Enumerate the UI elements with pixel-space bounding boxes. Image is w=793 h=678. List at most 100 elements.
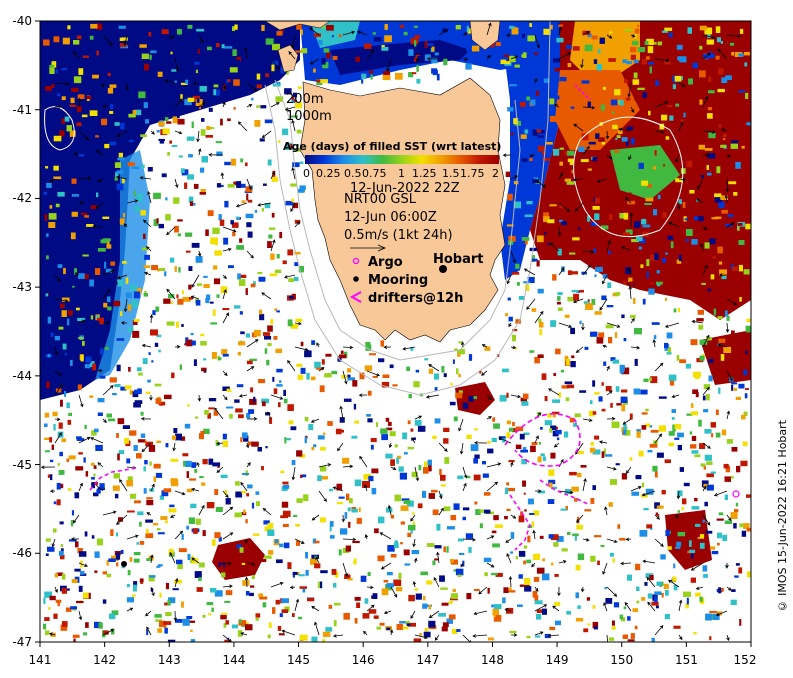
sst-pixel (623, 232, 630, 237)
sst-pixel (689, 431, 693, 435)
sst-pixel (329, 521, 334, 527)
sst-pixel (657, 514, 660, 517)
sst-pixel (67, 419, 72, 425)
sst-pixel (97, 398, 105, 403)
sst-pixel (206, 502, 215, 509)
sst-pixel (613, 150, 620, 153)
sst-pixel (457, 475, 464, 480)
sst-pixel (443, 438, 449, 444)
sst-pixel (163, 621, 172, 625)
sst-pixel (457, 350, 465, 354)
sst-pixel (746, 494, 751, 498)
sst-pixel (633, 59, 639, 64)
sst-pixel (114, 384, 121, 388)
sst-pixel (94, 551, 100, 558)
sst-pixel (261, 24, 265, 31)
sst-pixel (692, 249, 696, 253)
sst-pixel (284, 437, 287, 444)
sst-pixel (68, 412, 72, 416)
sst-pixel (257, 447, 262, 452)
sst-pixel (224, 161, 231, 166)
sst-pixel (576, 524, 583, 530)
sst-pixel (295, 523, 300, 527)
sst-pixel (156, 130, 160, 133)
sst-pixel (354, 596, 361, 601)
sst-pixel (82, 55, 89, 58)
sst-pixel (177, 114, 180, 119)
sst-pixel (322, 631, 331, 637)
sst-pixel (62, 343, 67, 350)
sst-pixel (577, 472, 582, 478)
sst-pixel (294, 262, 299, 267)
sst-pixel (232, 49, 237, 56)
sst-pixel (628, 277, 633, 282)
sst-pixel (296, 450, 303, 457)
sst-pixel (530, 99, 536, 106)
sst-pixel (271, 64, 275, 72)
sst-pixel (78, 154, 85, 157)
sst-pixel (152, 310, 156, 316)
sst-pixel (552, 399, 560, 403)
sst-pixel (326, 25, 334, 31)
sst-pixel (699, 596, 703, 602)
sst-pixel (253, 396, 256, 403)
sst-pixel (273, 336, 278, 340)
sst-pixel (109, 141, 117, 146)
sst-pixel (600, 544, 605, 547)
sst-pixel (216, 183, 222, 188)
sst-pixel (670, 241, 674, 249)
sst-pixel (170, 51, 173, 55)
sst-pixel (492, 417, 496, 422)
sst-pixel (97, 412, 103, 416)
sst-pixel (706, 473, 714, 478)
sst-pixel (395, 72, 403, 80)
sst-pixel (690, 444, 697, 449)
sst-pixel (230, 220, 234, 225)
sst-pixel (129, 285, 138, 291)
sst-pixel (503, 54, 509, 57)
sst-pixel (202, 614, 206, 618)
sst-pixel (203, 358, 207, 361)
sst-pixel (146, 497, 153, 500)
sst-pixel (709, 238, 716, 245)
sst-pixel (109, 111, 114, 114)
sst-pixel (570, 271, 578, 275)
sst-pixel (274, 269, 282, 274)
sst-pixel (547, 499, 555, 504)
sst-pixel (726, 439, 733, 444)
sst-pixel (555, 348, 561, 355)
sst-pixel (703, 574, 708, 578)
sst-pixel (367, 418, 373, 423)
sst-pixel (386, 627, 391, 631)
sst-pixel (703, 409, 709, 413)
sst-pixel (716, 102, 722, 107)
sst-pixel (416, 65, 419, 72)
lat-tick-label: -40 (12, 14, 32, 28)
sst-pixel (190, 332, 194, 336)
sst-pixel (683, 591, 691, 597)
sst-pixel (215, 507, 223, 512)
sst-pixel (504, 516, 508, 520)
sst-pixel (599, 37, 605, 44)
sst-pixel (404, 452, 408, 455)
sst-pixel (176, 321, 179, 328)
sst-pixel (208, 107, 213, 112)
sst-pixel (733, 388, 738, 391)
sst-pixel (611, 421, 620, 428)
sst-pixel (122, 213, 126, 218)
sst-pixel (695, 592, 701, 597)
sst-pixel (406, 623, 411, 627)
sst-pixel (537, 145, 545, 152)
sst-pixel (255, 613, 261, 618)
sst-pixel (67, 488, 72, 491)
sst-pixel (592, 157, 598, 162)
sst-pixel (345, 545, 351, 552)
sst-pixel (707, 153, 716, 159)
sst-pixel (589, 447, 596, 453)
sst-pixel (291, 198, 294, 203)
sst-pixel (221, 612, 228, 615)
colorbar-tick: 1.5 (442, 167, 460, 180)
sst-pixel (415, 593, 422, 600)
sst-pixel (621, 137, 628, 142)
sst-pixel (424, 627, 429, 632)
